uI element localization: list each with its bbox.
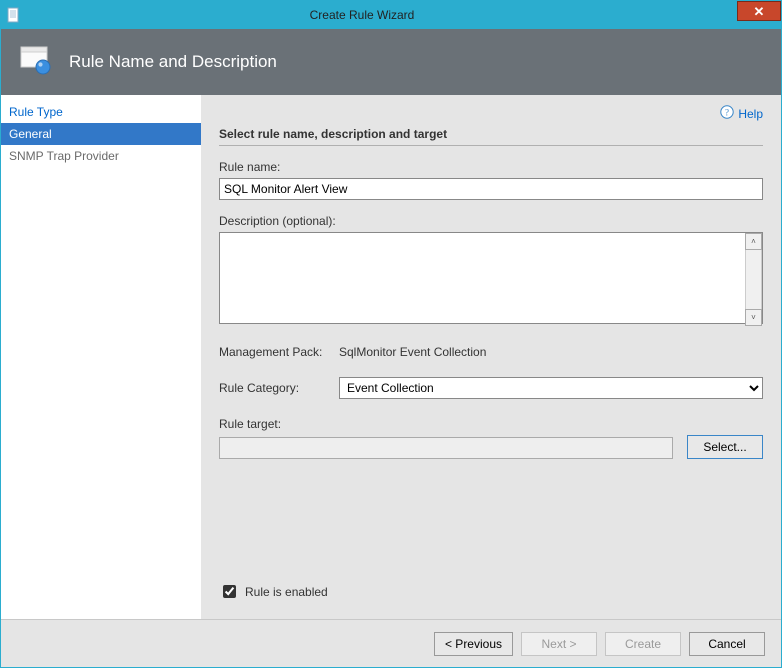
close-button[interactable]: ✕ [737,1,781,21]
rule-target-input [219,437,673,459]
create-button: Create [605,632,681,656]
rule-category-select[interactable]: Event Collection [339,377,763,399]
scroll-track[interactable] [745,250,762,309]
next-button: Next > [521,632,597,656]
title-bar: Create Rule Wizard ✕ [1,1,781,29]
wizard-step-heading: Rule Name and Description [69,52,277,72]
rule-name-input[interactable] [219,178,763,200]
section-heading: Select rule name, description and target [219,101,763,146]
wizard-steps-sidebar: Rule Type General SNMP Trap Provider [1,95,201,619]
description-textarea[interactable] [219,232,763,324]
rule-category-label: Rule Category: [219,381,339,395]
management-pack-label: Management Pack: [219,345,339,359]
wizard-banner: Rule Name and Description [1,29,781,95]
wizard-icon [19,45,55,80]
wizard-window: Create Rule Wizard ✕ Rule Name and Descr… [0,0,782,668]
help-label: Help [738,107,763,121]
cancel-button[interactable]: Cancel [689,632,765,656]
help-link[interactable]: ? Help [720,105,763,122]
rule-target-label: Rule target: [219,417,763,431]
scrollbar[interactable]: ˄ ˅ [745,233,762,326]
description-label: Description (optional): [219,214,763,228]
sidebar-item-snmp-trap-provider[interactable]: SNMP Trap Provider [1,145,201,167]
wizard-body: Rule Type General SNMP Trap Provider ? H… [1,95,781,619]
window-title: Create Rule Wizard [0,8,737,22]
help-icon: ? [720,105,734,122]
sidebar-item-general[interactable]: General [1,123,201,145]
rule-enabled-checkbox[interactable] [223,585,236,598]
close-icon: ✕ [754,5,765,18]
wizard-footer: < Previous Next > Create Cancel [1,619,781,667]
wizard-content: ? Help Select rule name, description and… [201,95,781,619]
svg-text:?: ? [725,108,729,118]
management-pack-value: SqlMonitor Event Collection [339,345,486,359]
scroll-up-icon[interactable]: ˄ [745,233,762,250]
previous-button[interactable]: < Previous [434,632,513,656]
rule-enabled-label: Rule is enabled [245,585,328,599]
rule-name-label: Rule name: [219,160,763,174]
scroll-down-icon[interactable]: ˅ [745,309,762,326]
select-target-button[interactable]: Select... [687,435,763,459]
sidebar-item-rule-type[interactable]: Rule Type [1,101,201,123]
